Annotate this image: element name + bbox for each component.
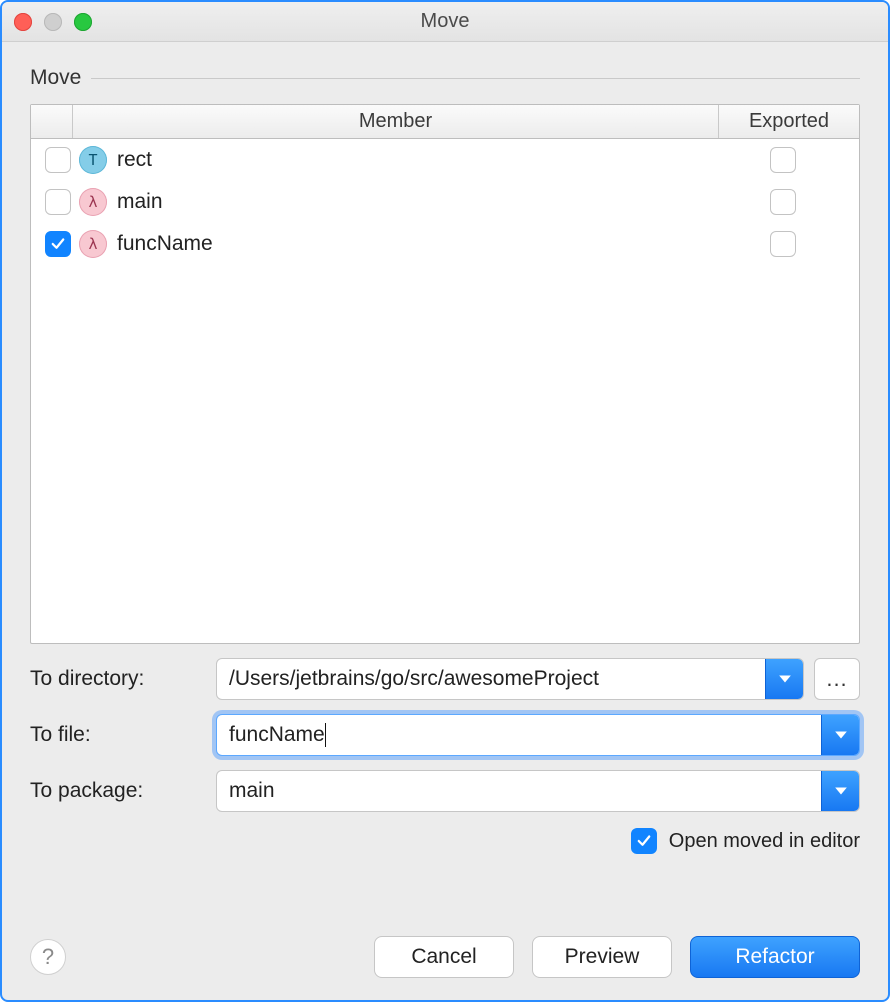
function-icon: λ: [79, 188, 107, 216]
window-title: Move: [2, 10, 888, 33]
zoom-icon[interactable]: [74, 13, 92, 31]
text-caret: [325, 723, 326, 747]
to-directory-row: To directory: ...: [30, 658, 860, 700]
move-dialog: Move Move Member Exported: [0, 0, 890, 1002]
table-row[interactable]: λ funcName: [31, 223, 859, 265]
row-checkbox[interactable]: [45, 231, 71, 257]
open-in-editor-label: Open moved in editor: [669, 830, 860, 853]
chevron-down-icon[interactable]: [821, 771, 859, 811]
to-directory-combo[interactable]: [216, 658, 804, 700]
type-icon: T: [79, 146, 107, 174]
row-checkbox[interactable]: [45, 189, 71, 215]
to-package-label: To package:: [30, 779, 206, 803]
to-directory-label: To directory:: [30, 667, 206, 691]
to-file-combo[interactable]: funcName: [216, 714, 860, 756]
to-package-combo[interactable]: [216, 770, 860, 812]
help-button[interactable]: ?: [30, 939, 66, 975]
exported-checkbox[interactable]: [770, 189, 796, 215]
titlebar: Move: [2, 2, 888, 42]
exported-checkbox[interactable]: [770, 147, 796, 173]
table-row[interactable]: λ main: [31, 181, 859, 223]
member-name: main: [117, 190, 163, 214]
browse-button[interactable]: ...: [814, 658, 860, 700]
divider: [91, 78, 860, 79]
chevron-down-icon[interactable]: [821, 715, 859, 755]
to-directory-input[interactable]: [217, 659, 765, 699]
to-file-label: To file:: [30, 723, 206, 747]
preview-button[interactable]: Preview: [532, 936, 672, 978]
refactor-button[interactable]: Refactor: [690, 936, 860, 978]
close-icon[interactable]: [14, 13, 32, 31]
to-package-input[interactable]: [217, 771, 821, 811]
col-checkbox: [31, 105, 73, 138]
to-package-row: To package:: [30, 770, 860, 812]
dialog-content: Move Member Exported T rect: [2, 42, 888, 1000]
chevron-down-icon[interactable]: [765, 659, 803, 699]
col-member: Member: [73, 105, 719, 138]
section-label: Move: [30, 66, 81, 90]
table-body[interactable]: T rect λ: [31, 139, 859, 643]
members-table: Member Exported T rect: [30, 104, 860, 644]
open-in-editor-row: Open moved in editor: [30, 828, 860, 854]
table-row[interactable]: T rect: [31, 139, 859, 181]
open-in-editor-checkbox[interactable]: [631, 828, 657, 854]
col-exported: Exported: [719, 105, 859, 138]
cancel-button[interactable]: Cancel: [374, 936, 514, 978]
to-file-input[interactable]: funcName: [229, 723, 325, 747]
row-checkbox[interactable]: [45, 147, 71, 173]
section-heading: Move: [30, 66, 860, 90]
table-header: Member Exported: [31, 105, 859, 139]
exported-checkbox[interactable]: [770, 231, 796, 257]
to-file-row: To file: funcName: [30, 714, 860, 756]
window-controls: [14, 13, 92, 31]
member-name: rect: [117, 148, 152, 172]
minimize-icon[interactable]: [44, 13, 62, 31]
member-name: funcName: [117, 232, 213, 256]
function-icon: λ: [79, 230, 107, 258]
dialog-footer: ? Cancel Preview Refactor: [30, 914, 860, 978]
